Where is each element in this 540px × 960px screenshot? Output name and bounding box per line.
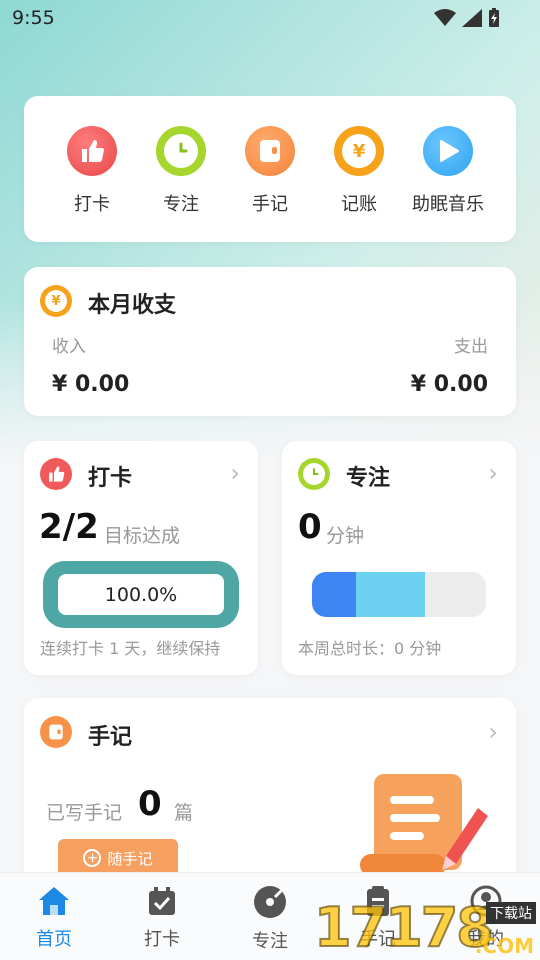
checkin-card[interactable]: 打卡 › 2/2 目标达成 100.0% 连续打卡 1 天，继续保持: [24, 441, 258, 675]
status-icons: [434, 8, 500, 28]
quick-item-checkin[interactable]: 打卡: [47, 126, 137, 216]
quick-item-label: 打卡: [74, 194, 110, 215]
card-title: 专注: [346, 466, 391, 491]
chevron-right-icon: ›: [488, 718, 498, 746]
focus-unit: 分钟: [326, 525, 365, 547]
notes-written-count: 0: [138, 784, 162, 824]
quick-item-label: 助眠音乐: [412, 194, 484, 215]
yen-coin-icon: ¥: [334, 126, 384, 176]
income-value: ¥ 0.00: [52, 372, 130, 397]
focus-bar-segment: [312, 572, 356, 617]
plus-circle-icon: +: [83, 849, 102, 867]
calendar-check-icon: [149, 887, 175, 915]
yen-coin-icon: ¥: [40, 285, 72, 317]
quick-item-notes[interactable]: 手记: [225, 126, 315, 216]
focus-weekly-bar: [312, 572, 486, 617]
nav-label: 打卡: [144, 929, 180, 950]
card-title: 手记: [88, 725, 133, 750]
focus-bar-segment: [425, 572, 486, 617]
expense-value: ¥ 0.00: [410, 372, 488, 397]
checkin-count: 2/2: [39, 507, 99, 547]
signal-icon: [462, 9, 482, 27]
nav-home[interactable]: 首页: [14, 885, 94, 951]
nav-label: 专注: [252, 931, 288, 952]
nav-checkin[interactable]: 打卡: [122, 885, 202, 951]
quick-note-button-label: 随手记: [107, 849, 153, 868]
clock-icon: [298, 458, 330, 490]
quick-item-label: 专注: [163, 194, 199, 215]
notes-written-label: 已写手记: [46, 802, 123, 824]
focus-bar-segment: [356, 572, 425, 617]
expense-label: 支出: [454, 337, 488, 357]
notes-written-unit: 篇: [174, 802, 194, 824]
home-icon: [39, 887, 69, 915]
card-title: 本月收支: [88, 293, 177, 318]
focus-footer: 本周总时长：0 分钟: [298, 639, 442, 658]
nav-focus[interactable]: 专注: [230, 885, 310, 953]
thumbs-up-icon: [40, 458, 72, 490]
quick-item-label: 记账: [341, 194, 377, 215]
checkin-progress-bar: 100.0%: [43, 561, 239, 628]
quick-item-focus[interactable]: 专注: [136, 126, 226, 216]
income-label: 收入: [52, 337, 86, 357]
checkin-footer: 连续打卡 1 天，继续保持: [40, 639, 221, 658]
clock-icon: [156, 126, 206, 176]
progress-text: 100.0%: [104, 583, 178, 606]
nav-label: 首页: [36, 929, 72, 950]
play-icon: [423, 126, 473, 176]
chevron-right-icon: ›: [488, 459, 498, 487]
status-bar: 9:55: [0, 0, 540, 36]
quick-item-sleep-music[interactable]: 助眠音乐: [403, 126, 493, 216]
focus-card[interactable]: 专注 › 0 分钟 本周总时长：0 分钟: [282, 441, 516, 675]
progress-fill: 100.0%: [58, 574, 224, 615]
disc-icon: [254, 886, 286, 918]
watermark-logo: 17178 下载站 .COM: [313, 895, 536, 960]
notes-card[interactable]: 手记 › 已写手记 0 篇 + 随手记: [24, 698, 516, 898]
wallet-icon: [40, 716, 72, 748]
thumbs-up-icon: [67, 126, 117, 176]
card-title: 打卡: [88, 466, 133, 491]
focus-value: 0: [298, 507, 322, 547]
quick-menu-card: 打卡 专注 手记 ¥ 记账 助眠音乐: [24, 96, 516, 242]
status-time: 9:55: [12, 7, 55, 29]
wallet-icon: [245, 126, 295, 176]
monthly-finance-card[interactable]: ¥ 本月收支 收入 支出 ¥ 0.00 ¥ 0.00: [24, 267, 516, 416]
notes-scroll-illustration: [360, 774, 488, 876]
checkin-count-label: 目标达成: [104, 525, 181, 547]
quick-item-label: 手记: [252, 194, 288, 215]
quick-item-accounting[interactable]: ¥ 记账: [314, 126, 404, 216]
battery-icon: [489, 8, 499, 27]
chevron-right-icon: ›: [230, 459, 240, 487]
wifi-icon: [434, 9, 456, 26]
